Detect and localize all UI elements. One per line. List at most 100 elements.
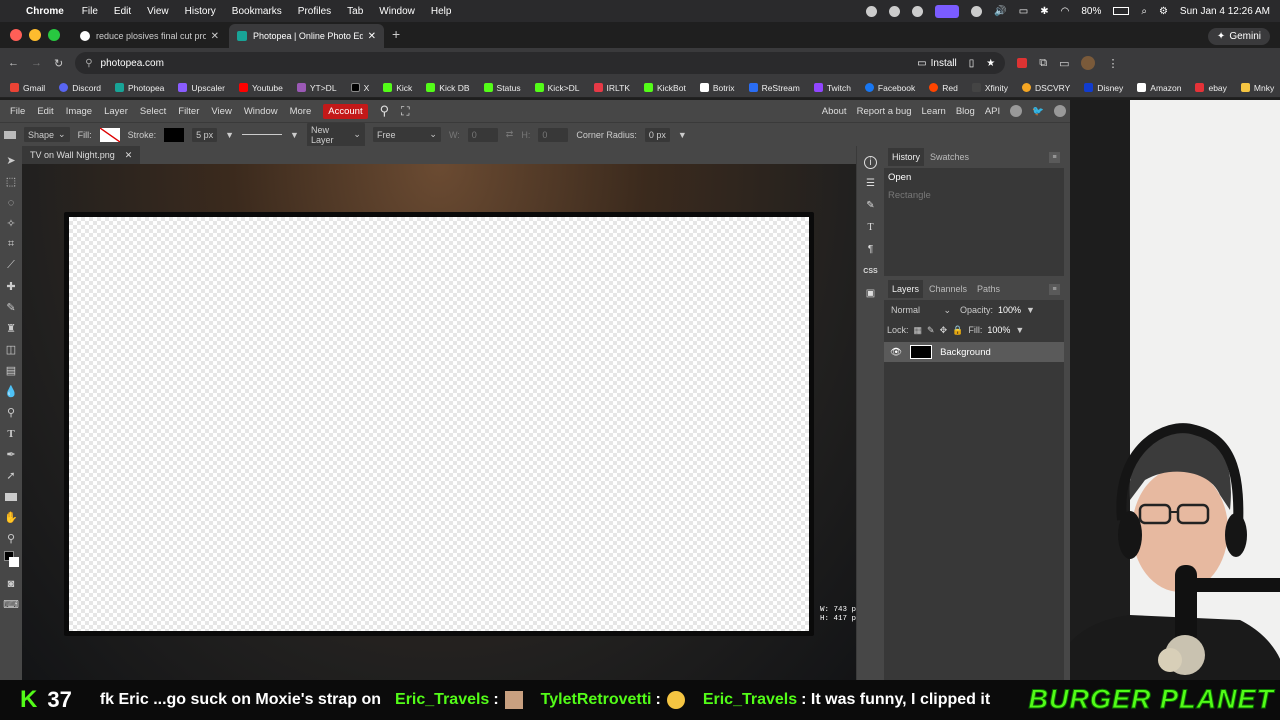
close-tab-icon[interactable]: ✕ [368, 31, 376, 42]
eraser-tool-icon[interactable]: ◫ [4, 341, 18, 358]
rectangle-tool-icon[interactable] [4, 488, 18, 505]
bookmark[interactable]: Facebook [864, 83, 915, 93]
bookmark[interactable]: Upscaler [178, 83, 225, 93]
bookmark[interactable]: Mnky [1240, 83, 1274, 93]
bookmark[interactable]: ebay [1195, 83, 1227, 93]
pp-menu-more[interactable]: More [290, 106, 312, 117]
constraint-dropdown[interactable]: Free ⌄ [372, 127, 441, 142]
api-link[interactable]: API [985, 106, 1000, 117]
zoom-tool-icon[interactable]: ⚲ [4, 530, 18, 547]
control-center-icon[interactable]: ⚙ [1159, 6, 1168, 17]
bookmark[interactable]: Photopea [115, 83, 164, 93]
link-icon[interactable]: ⇄ [506, 129, 514, 140]
bookmark[interactable]: Xfinity [971, 83, 1008, 93]
menu-file[interactable]: File [82, 6, 98, 17]
menu-kebab-icon[interactable]: ⋮ [1107, 57, 1118, 70]
fill-value[interactable]: 100% [987, 325, 1010, 335]
tab-channels[interactable]: Channels [925, 280, 971, 298]
search-icon[interactable]: ⚲ [380, 103, 390, 119]
close-tab-icon[interactable]: ✕ [211, 31, 219, 42]
bookmark[interactable]: YT>DL [296, 83, 337, 93]
shape-dropdown[interactable]: Shape ⌄ [24, 127, 70, 142]
bookmark[interactable]: Kick DB [426, 83, 470, 93]
pp-menu-layer[interactable]: Layer [104, 106, 128, 117]
battery-text[interactable]: 80% [1081, 6, 1101, 17]
tab-paths[interactable]: Paths [973, 280, 1004, 298]
bookmark[interactable]: DSCVRY [1022, 83, 1070, 93]
url-text[interactable]: photopea.com [101, 58, 164, 69]
bookmark[interactable]: Youtube [238, 83, 283, 93]
tray-icon[interactable] [912, 5, 924, 17]
bookmark[interactable]: Disney [1084, 83, 1123, 93]
reddit-icon[interactable] [1010, 105, 1023, 117]
bookmark[interactable]: Kick>DL [534, 83, 580, 93]
lock-all-icon[interactable]: 🔒 [952, 325, 963, 336]
canvas-area[interactable]: W: 743 p H: 417 p [22, 164, 856, 680]
path-select-tool-icon[interactable]: ➚ [4, 467, 18, 484]
panel-menu-icon[interactable]: ≡ [1049, 151, 1060, 163]
bluetooth-icon[interactable]: ✱ [1040, 6, 1048, 17]
dropdown-arrow-icon[interactable]: ▼ [678, 130, 687, 140]
stroke-size-field[interactable]: 5 px [192, 127, 218, 142]
bookmark[interactable]: Kick [383, 83, 412, 93]
menu-edit[interactable]: Edit [114, 6, 131, 17]
bookmark[interactable]: Gmail [10, 83, 45, 93]
profile-avatar[interactable] [1081, 56, 1096, 70]
tab-history[interactable]: History [888, 148, 925, 166]
new-tab-icon[interactable]: + [392, 26, 400, 42]
move-tool-icon[interactable]: ➤ [4, 152, 18, 169]
pp-menu-edit[interactable]: Edit [37, 106, 53, 117]
healing-tool-icon[interactable]: ✚ [4, 278, 18, 295]
bookmark[interactable]: IRLTK [593, 83, 630, 93]
paragraph-icon[interactable]: ¶ [863, 241, 879, 257]
css-icon[interactable]: CSS [863, 263, 879, 279]
close-window-button[interactable] [10, 29, 22, 41]
bookmark[interactable]: Botrix [699, 83, 735, 93]
back-icon[interactable]: ← [8, 57, 19, 69]
adjustments-icon[interactable]: ☰ [863, 175, 879, 191]
menu-window[interactable]: Window [379, 6, 415, 17]
bookmark[interactable]: Twitch [813, 83, 851, 93]
clone-stamp-tool-icon[interactable]: ♜ [4, 320, 18, 337]
tab-swatches[interactable]: Swatches [926, 148, 973, 166]
menu-bookmarks[interactable]: Bookmarks [232, 6, 282, 17]
bookmark[interactable]: KickBot [644, 83, 686, 93]
twitter-icon[interactable]: 🐦 [1032, 106, 1044, 117]
quick-mask-icon[interactable]: ◙ [4, 575, 18, 592]
menu-tab[interactable]: Tab [347, 6, 363, 17]
width-field[interactable]: 0 [467, 127, 498, 142]
reload-icon[interactable]: ↻ [54, 57, 63, 70]
tray-badge-icon[interactable] [935, 4, 960, 18]
tray-icon[interactable] [866, 5, 878, 17]
clock[interactable]: Sun Jan 4 12:26 AM [1180, 6, 1270, 17]
volume-icon[interactable]: 🔊 [994, 6, 1006, 17]
brush-tool-icon[interactable]: ✎ [4, 299, 18, 316]
hand-tool-icon[interactable]: ✋ [4, 509, 18, 526]
height-field[interactable]: 0 [538, 127, 569, 142]
display-icon[interactable]: ▭ [1019, 6, 1028, 17]
browser-tab[interactable]: reduce plosives final cut pro ✕ [72, 24, 227, 48]
corner-radius-field[interactable]: 0 px [644, 127, 670, 142]
visibility-eye-icon[interactable]: 👁 [890, 347, 902, 358]
lock-transparency-icon[interactable]: ▦ [914, 325, 923, 336]
split-view-icon[interactable]: ▭ [1059, 57, 1069, 70]
history-item[interactable]: Open [884, 168, 1064, 186]
gemini-button[interactable]: ✦ Gemini [1207, 28, 1270, 45]
tray-icon[interactable] [889, 5, 901, 17]
install-button[interactable]: ▭ Install [917, 58, 957, 69]
dropdown-arrow-icon[interactable]: ▼ [290, 130, 299, 140]
screen-mode-icon[interactable]: ⌨ [3, 596, 19, 613]
minimize-window-button[interactable] [29, 29, 41, 41]
browser-tab-active[interactable]: Photopea | Online Photo Edito ✕ [229, 24, 384, 48]
site-info-icon[interactable]: ⚲ [85, 58, 92, 69]
menu-history[interactable]: History [185, 6, 216, 17]
stroke-style-dropdown[interactable] [242, 134, 283, 135]
dropdown-arrow-icon[interactable]: ▼ [1026, 305, 1035, 315]
dropdown-arrow-icon[interactable]: ▼ [225, 130, 234, 140]
gradient-tool-icon[interactable]: ▤ [4, 362, 18, 379]
opacity-value[interactable]: 100% [998, 305, 1021, 315]
image-icon[interactable]: ▣ [863, 285, 879, 301]
play-icon[interactable] [971, 5, 983, 17]
blend-mode-dropdown[interactable]: Normal ⌄ [887, 302, 955, 318]
pp-menu-filter[interactable]: Filter [178, 106, 199, 117]
